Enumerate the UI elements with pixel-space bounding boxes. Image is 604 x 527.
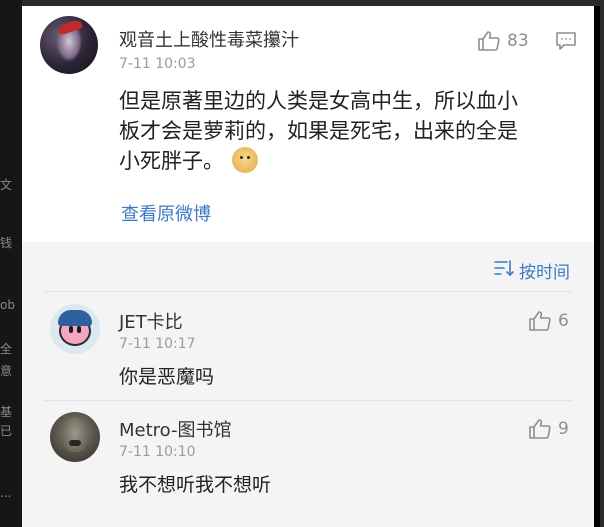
background-text-fragment: 钱: [0, 236, 13, 250]
avatar-mouth: [69, 440, 81, 446]
comment-text-line: 小死胖子。: [119, 149, 224, 173]
avatar[interactable]: [50, 304, 100, 354]
reply-text: 我不想听我不想听: [119, 474, 272, 496]
avatar[interactable]: [50, 412, 100, 462]
sort-label: 按时间: [519, 263, 570, 283]
comment-text-line: 但是原著里边的人类是女高中生，所以血小: [119, 89, 518, 113]
doge-emoji-icon: [232, 147, 258, 173]
thumbs-up-icon: [528, 310, 552, 332]
background-text-fragment: 意: [0, 364, 13, 378]
like-count: 6: [558, 311, 569, 331]
divider: [44, 291, 572, 292]
right-edge: [600, 0, 604, 527]
thumbs-up-icon: [477, 30, 501, 52]
like-count: 83: [507, 31, 529, 51]
like-button[interactable]: 6: [528, 310, 569, 332]
reply-username[interactable]: Metro-图书馆: [119, 416, 232, 442]
reply-timestamp: 7-11 10:10: [119, 444, 196, 460]
reply-username[interactable]: JET卡比: [119, 308, 183, 334]
thumbs-up-icon: [528, 418, 552, 440]
background-page-strip: 文 钱 ob 全 意 基 已 ...: [0, 0, 22, 527]
reply-text: 你是恶魔吗: [119, 366, 215, 388]
avatar-eye: [69, 326, 73, 333]
like-button[interactable]: 83: [477, 30, 529, 52]
background-text-fragment: 文: [0, 178, 13, 192]
main-comment-card: 观音土上酸性毒菜攥汁 7-11 10:03 83 但是原著里边的人类是女高中生，…: [22, 6, 594, 242]
background-text-fragment: 已: [0, 424, 13, 438]
replies-section: 按时间 JET卡比 7-11 10:17 你是恶魔吗 6 Metro-图书馆 7…: [22, 242, 594, 527]
divider: [44, 400, 572, 401]
avatar[interactable]: [40, 16, 98, 74]
background-text-fragment: ...: [0, 486, 12, 500]
comment-text: 但是原著里边的人类是女高中生，所以血小 板才会是萝莉的，如果是死宅，出来的全是 …: [119, 86, 569, 176]
comment-text-line: 板才会是萝莉的，如果是死宅，出来的全是: [119, 119, 518, 143]
avatar-face: [62, 418, 88, 452]
background-text-fragment: 全: [0, 342, 13, 356]
sort-by-time-button[interactable]: 按时间: [494, 258, 570, 283]
like-button[interactable]: 9: [528, 418, 569, 440]
reply-timestamp: 7-11 10:17: [119, 336, 196, 352]
comment-timestamp: 7-11 10:03: [119, 56, 196, 72]
background-text-fragment: ob: [0, 298, 15, 312]
view-original-link[interactable]: 查看原微博: [121, 200, 211, 226]
comment-text-line-last: 小死胖子。: [119, 146, 569, 176]
comment-username[interactable]: 观音土上酸性毒菜攥汁: [119, 26, 299, 52]
like-count: 9: [558, 419, 569, 439]
sort-icon: [494, 260, 519, 281]
background-text-fragment: 基: [0, 405, 13, 419]
comment-icon[interactable]: [555, 31, 577, 55]
avatar-eye: [77, 326, 81, 333]
avatar-cap: [58, 310, 92, 326]
